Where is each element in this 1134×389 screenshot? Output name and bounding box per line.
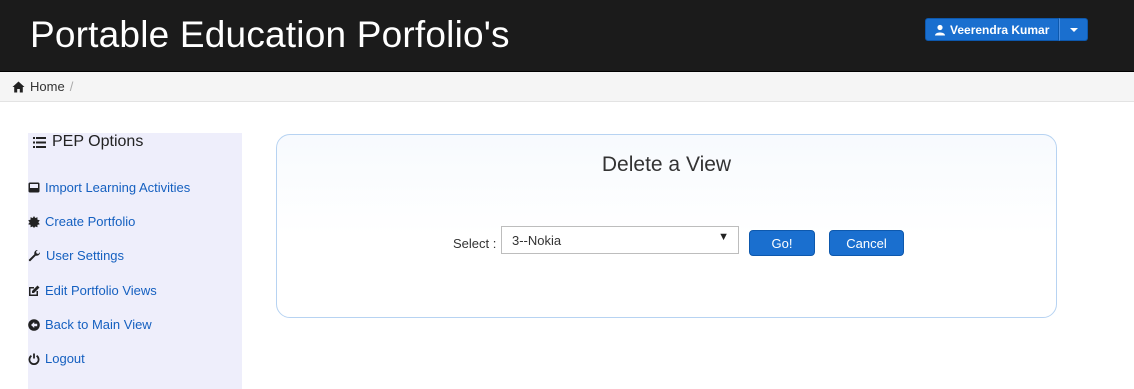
wrench-icon bbox=[28, 249, 41, 262]
edit-icon bbox=[29, 285, 40, 296]
sidebar-item-user-settings[interactable]: User Settings bbox=[28, 248, 124, 263]
user-icon bbox=[935, 24, 945, 35]
view-select-value: 3--Nokia bbox=[512, 233, 562, 248]
app-title: Portable Education Porfolio's bbox=[30, 14, 510, 55]
list-icon bbox=[33, 136, 46, 148]
sidebar-item-logout[interactable]: Logout bbox=[28, 351, 85, 366]
caret-down-icon bbox=[1069, 27, 1078, 32]
delete-view-panel: Delete a View Select : 3--Nokia ▼ Go! Ca… bbox=[276, 134, 1057, 318]
view-select[interactable]: 3--Nokia ▼ bbox=[501, 226, 739, 254]
breadcrumb-separator: / bbox=[69, 79, 74, 94]
sidebar-item-edit-portfolio-views[interactable]: Edit Portfolio Views bbox=[28, 283, 157, 298]
panel-title: Delete a View bbox=[601, 153, 732, 176]
sidebar-item-label: Import Learning Activities bbox=[45, 180, 191, 195]
home-icon bbox=[12, 81, 25, 92]
sidebar-item-create-portfolio[interactable]: Create Portfolio bbox=[28, 214, 135, 229]
certificate-icon bbox=[28, 215, 40, 228]
sidebar-item-label: Edit Portfolio Views bbox=[45, 283, 157, 298]
hdd-icon bbox=[28, 182, 40, 193]
breadcrumb-home-label: Home bbox=[30, 79, 65, 94]
cancel-button[interactable]: Cancel bbox=[829, 230, 904, 256]
go-button[interactable]: Go! bbox=[749, 230, 815, 256]
top-navbar: Portable Education Porfolio's Veerendra … bbox=[0, 0, 1134, 72]
user-button[interactable]: Veerendra Kumar bbox=[925, 18, 1060, 41]
sidebar-item-back-to-main-view[interactable]: Back to Main View bbox=[28, 317, 152, 332]
breadcrumb: Home / bbox=[0, 72, 1134, 102]
user-name: Veerendra Kumar bbox=[950, 22, 1050, 37]
sidebar-item-label: Create Portfolio bbox=[45, 214, 136, 229]
sidebar-item-import-learning-activities[interactable]: Import Learning Activities bbox=[28, 180, 190, 195]
user-menu: Veerendra Kumar bbox=[925, 18, 1089, 41]
circle-arrow-left-icon bbox=[28, 318, 40, 331]
sidebar-item-label: User Settings bbox=[46, 248, 125, 263]
dropdown-arrow-icon: ▼ bbox=[718, 231, 729, 243]
sidebar-title-label: PEP Options bbox=[52, 133, 144, 150]
sidebar-title: PEP Options bbox=[33, 133, 143, 151]
power-icon bbox=[28, 353, 40, 365]
sidebar-item-label: Back to Main View bbox=[45, 317, 152, 332]
sidebar-item-label: Logout bbox=[45, 351, 85, 366]
user-dropdown-toggle[interactable] bbox=[1059, 18, 1089, 41]
breadcrumb-home-link[interactable]: Home bbox=[12, 79, 65, 94]
select-label: Select : bbox=[453, 236, 497, 251]
sidebar: PEP Options Import Learning Activities C… bbox=[28, 133, 242, 389]
